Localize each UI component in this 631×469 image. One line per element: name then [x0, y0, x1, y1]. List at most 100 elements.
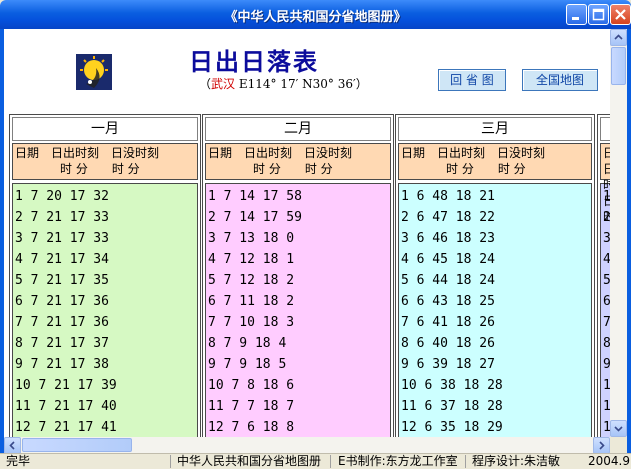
table-row: 7 7 21 17 36: [15, 315, 109, 330]
table-row: 8 7 9 18 4: [208, 336, 287, 351]
scroll-down-button[interactable]: [610, 420, 627, 437]
chevron-left-icon: [9, 441, 15, 450]
table-row: 6: [603, 291, 610, 312]
month-name: 三月: [398, 117, 592, 141]
horizontal-scrollbar[interactable]: [4, 437, 610, 454]
table-row: 7 6 41 18 26: [401, 315, 495, 330]
table-row: 12 6 35 18 29: [401, 420, 503, 435]
table-row: 3: [603, 228, 610, 249]
column-header: 日期 日出时刻 日没时刻时 分 时 分: [205, 143, 391, 180]
table-row: 9 7 21 17 38: [15, 357, 109, 372]
month-name: [600, 117, 610, 141]
table-row: 4: [603, 249, 610, 270]
page-title: 日出日落表: [189, 47, 319, 76]
table-row: 1: [603, 186, 610, 207]
table-row: 7 7 10 18 3: [208, 315, 295, 330]
table-row: 2 7 14 17 59: [208, 210, 302, 225]
status-text: 完毕: [6, 454, 31, 468]
column-header-line1: 日期 日出时刻 日没时刻: [208, 146, 353, 160]
table-row: 10 6 38 18 28: [401, 378, 503, 393]
chevron-up-icon: [614, 34, 623, 40]
table-row: 12: [603, 417, 610, 437]
table-row: 4 6 45 18 24: [401, 252, 495, 267]
table-row: 1 7 14 17 58: [208, 189, 302, 204]
status-maker: E书制作:东方龙工作室: [338, 454, 458, 468]
maximize-icon: [592, 8, 605, 21]
column-header: 日期 日出时刻 日没时刻时 分 时 分: [12, 143, 198, 180]
status-bar: 完毕 中华人民共和国分省地图册 E书制作:东方龙工作室 程序设计:朱洁敏 200…: [0, 453, 631, 469]
table-row: 5 6 44 18 24: [401, 273, 495, 288]
column-header-line2: 时 分 时 分: [60, 162, 140, 176]
window-title: 《中华人民共和国分省地图册》: [224, 10, 407, 25]
month-name: 二月: [205, 117, 391, 141]
back-to-province-button[interactable]: 回 省 图: [438, 69, 506, 91]
table-row: 5: [603, 270, 610, 291]
status-divider: [330, 455, 331, 468]
location-name: 武汉: [211, 77, 236, 91]
minimize-button[interactable]: [566, 4, 587, 25]
month-column: 日期 日出时刻 日没时刻时 分 时 分1234567891011121314: [597, 114, 610, 437]
table-row: 4 7 21 17 34: [15, 252, 109, 267]
column-header-line1: 日期 日出时刻 日没时刻: [401, 146, 546, 160]
window-frame-right: [627, 29, 631, 453]
table-row: 1 7 20 17 32: [15, 189, 109, 204]
column-header-line2: 时 分 时 分: [446, 162, 526, 176]
client-area: 日出日落表 （武汉 E114° 17′ N30° 36′） 回 省 图 全国地图…: [4, 29, 627, 454]
table-row: 12 7 6 18 8: [208, 420, 295, 435]
scroll-up-button[interactable]: [610, 29, 627, 46]
table-row: 1 6 48 18 21: [401, 189, 495, 204]
table-row: 2 6 47 18 22: [401, 210, 495, 225]
status-designer: 程序设计:朱洁敏: [472, 454, 561, 468]
month-rows: 1 7 20 17 32 2 7 21 17 33 3 7 21 17 33 4 7 …: [12, 183, 198, 437]
table-row: 9 7 9 18 5: [208, 357, 287, 372]
scrollbar-corner: [610, 437, 627, 453]
table-row: 8 6 40 18 26: [401, 336, 495, 351]
month-column: 二月日期 日出时刻 日没时刻时 分 时 分 1 7 14 17 58 2 7 14 …: [202, 114, 394, 437]
month-column: 一月 日期 日出时刻 日没时刻时 分 时 分 1 7 20 17 32 2 7 21 …: [9, 114, 201, 437]
national-map-button[interactable]: 全国地图: [522, 69, 598, 91]
status-date: 2004.9: [588, 454, 630, 468]
table-row: 2 7 21 17 33: [15, 210, 109, 225]
scroll-left-button[interactable]: [4, 437, 21, 454]
table-row: 4 7 12 18 1: [208, 252, 295, 267]
month-rows: 1234567891011121314: [600, 183, 610, 437]
table-row: 9: [603, 354, 610, 375]
table-row: 11: [603, 396, 610, 417]
status-divider: [465, 455, 466, 468]
sunrise-table-page: 日出日落表 （武汉 E114° 17′ N30° 36′） 回 省 图 全国地图…: [4, 29, 610, 437]
column-header: 日期 日出时刻 日没时刻时 分 时 分: [398, 143, 592, 180]
table-row: 11 7 21 17 40: [15, 399, 117, 414]
close-button[interactable]: [610, 4, 631, 25]
table-row: 11 6 37 18 28: [401, 399, 503, 414]
location-coordinates: （武汉 E114° 17′ N30° 36′）: [199, 75, 368, 92]
column-header-line1: 日期 日出时刻 日没时刻: [15, 146, 160, 160]
table-row: 5 7 12 18 2: [208, 273, 295, 288]
vertical-scroll-thumb[interactable]: [611, 47, 626, 85]
table-row: 12 7 21 17 41: [15, 420, 117, 435]
table-row: 6 7 11 18 2: [208, 294, 295, 309]
close-icon: [615, 9, 626, 20]
table-row: 9 6 39 18 27: [401, 357, 495, 372]
maximize-button[interactable]: [588, 4, 609, 25]
status-app-name: 中华人民共和国分省地图册: [177, 454, 322, 468]
table-row: 3 6 46 18 23: [401, 231, 495, 246]
table-row: 3 7 13 18 0: [208, 231, 295, 246]
vertical-scrollbar[interactable]: [610, 29, 627, 437]
status-divider: [170, 455, 171, 468]
table-row: 2: [603, 207, 610, 228]
table-row: 6 7 21 17 36: [15, 294, 109, 309]
sun-moon-logo-icon: [76, 54, 112, 90]
minimize-icon: [572, 17, 579, 20]
table-row: 6 6 43 18 25: [401, 294, 495, 309]
table-row: 10 7 8 18 6: [208, 378, 295, 393]
column-header-line2: 时 分 时 分: [253, 162, 333, 176]
month-rows: 1 6 48 18 21 2 6 47 18 22 3 6 46 18 23 4 6 …: [398, 183, 592, 437]
coordinates-text: E114° 17′ N30° 36′）: [235, 77, 368, 91]
table-row: 7: [603, 312, 610, 333]
table-row: 11 7 7 18 7: [208, 399, 295, 414]
horizontal-scroll-thumb[interactable]: [22, 438, 132, 452]
chevron-down-icon: [614, 426, 623, 432]
title-bar: 《中华人民共和国分省地图册》: [0, 0, 631, 29]
scroll-right-button[interactable]: [593, 437, 610, 454]
table-row: 10: [603, 375, 610, 396]
